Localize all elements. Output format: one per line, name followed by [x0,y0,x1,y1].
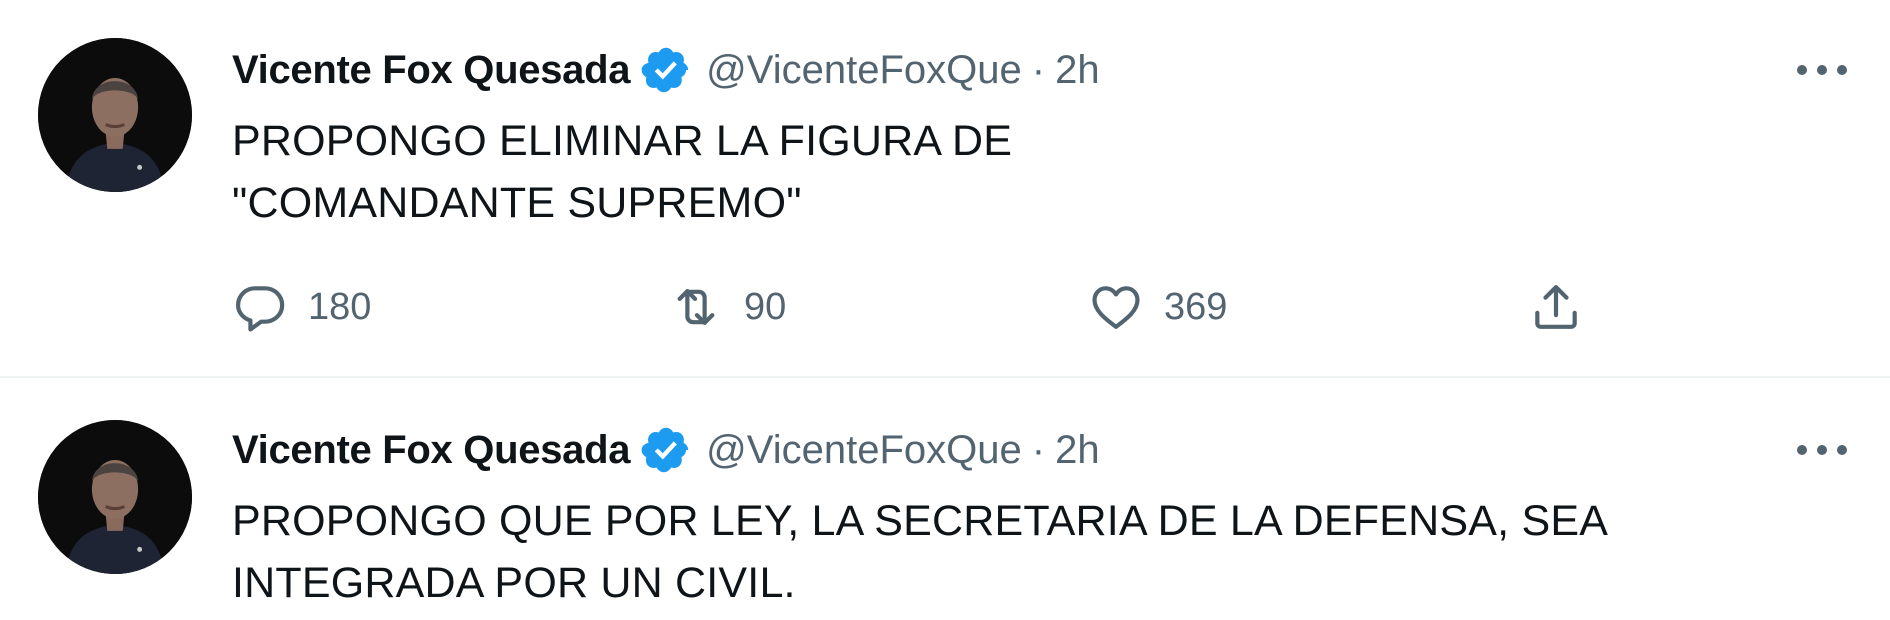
retweet-button[interactable]: 90 [668,272,786,342]
tweet-text-line: PROPONGO QUE POR LEY, LA SECRETARIA DE L… [232,497,1609,545]
avatar[interactable] [38,38,192,192]
more-options-icon[interactable] [1792,50,1852,90]
tweet-text: PROPONGO ELIMINAR LA FIGURA DE "COMANDAN… [232,110,1732,234]
retweet-icon [677,289,715,325]
tweet-text-line: INTEGRADA POR UN CIVIL. [232,559,796,607]
separator: · [1031,47,1046,92]
retweet-count: 90 [744,285,787,328]
like-icon [1092,286,1140,329]
tweet[interactable]: Vicente Fox Quesada @VicenteFoxQue · 2h … [0,0,1890,378]
share-button[interactable] [1528,272,1584,342]
avatar-photo [38,420,192,574]
handle[interactable]: @VicenteFoxQue [706,48,1022,93]
like-button[interactable]: 369 [1088,272,1227,342]
verified-badge-icon [640,44,692,96]
tweet-text: PROPONGO QUE POR LEY, LA SECRETARIA DE L… [232,490,1732,614]
reply-count: 180 [308,285,372,328]
tweet[interactable]: Vicente Fox Quesada @VicenteFoxQue · 2h … [0,380,1890,620]
tweet-text-line: "COMANDANTE SUPREMO" [232,179,802,227]
avatar[interactable] [38,420,192,574]
share-icon [1535,285,1577,329]
reply-icon [235,286,285,332]
display-name[interactable]: Vicente Fox Quesada [232,428,630,473]
like-count: 369 [1164,285,1228,328]
tweet-header: Vicente Fox Quesada @VicenteFoxQue · 2h [232,40,1100,100]
verified-badge-icon [640,424,692,476]
separator: · [1031,427,1046,472]
avatar-photo [38,38,192,192]
more-options-icon[interactable] [1792,430,1852,470]
timestamp[interactable]: 2h [1055,48,1100,93]
reply-button[interactable]: 180 [232,272,371,342]
timestamp[interactable]: 2h [1055,428,1100,473]
tweet-header: Vicente Fox Quesada @VicenteFoxQue · 2h [232,420,1100,480]
tweet-text-line: PROPONGO ELIMINAR LA FIGURA DE [232,117,1013,165]
handle[interactable]: @VicenteFoxQue [706,428,1022,473]
display-name[interactable]: Vicente Fox Quesada [232,48,630,93]
